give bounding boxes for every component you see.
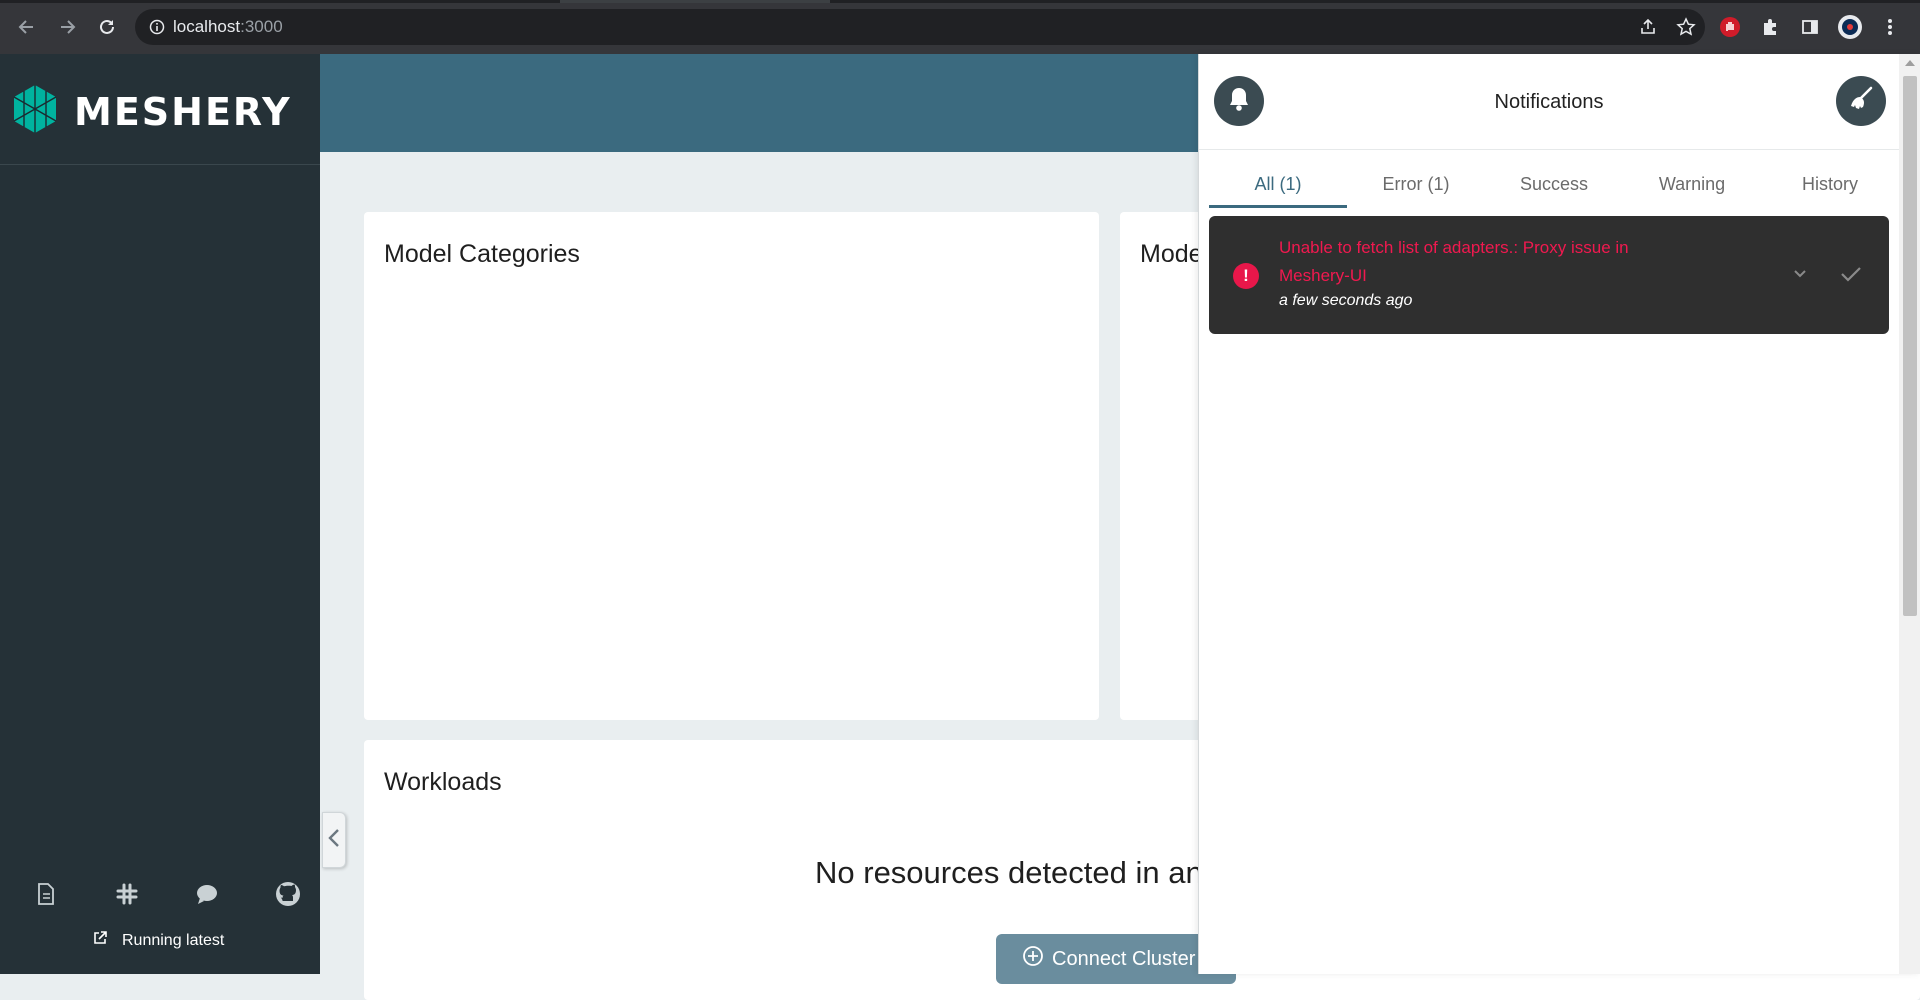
chevron-left-icon — [327, 827, 341, 854]
site-info-icon[interactable] — [149, 19, 165, 35]
tab-strip — [0, 0, 1920, 3]
reload-icon[interactable] — [92, 12, 122, 42]
side-panel-icon[interactable] — [1790, 12, 1830, 42]
logo-text: MESHERY — [74, 89, 292, 134]
url-text: localhost:3000 — [173, 17, 283, 37]
model-categories-title: Model Categories — [384, 240, 580, 268]
chat-icon[interactable] — [183, 870, 231, 918]
sidebar: MESHERY Running latest — [0, 54, 320, 974]
model-categories-card: Model Categories — [364, 212, 1099, 720]
broom-icon — [1847, 85, 1875, 118]
url-port: :3000 — [240, 17, 283, 36]
url-host: localhost — [173, 17, 241, 36]
share-icon[interactable] — [1629, 17, 1667, 37]
clear-all-button[interactable] — [1836, 76, 1886, 126]
address-bar[interactable]: localhost:3000 — [135, 9, 1705, 45]
sidebar-divider — [0, 164, 320, 165]
scroll-thumb[interactable] — [1903, 76, 1917, 616]
docs-icon[interactable] — [22, 870, 70, 918]
extensions-puzzle-icon[interactable] — [1750, 12, 1790, 42]
bookmark-star-icon[interactable] — [1667, 17, 1705, 37]
notifications-header: Notifications — [1199, 54, 1899, 150]
tab-success[interactable]: Success — [1485, 150, 1623, 208]
sidebar-footer-icons — [22, 870, 312, 918]
active-tab-indicator — [560, 0, 830, 3]
meshery-logo[interactable]: MESHERY — [10, 84, 292, 139]
extension-stop-icon[interactable] — [1710, 12, 1750, 42]
back-icon[interactable] — [12, 12, 42, 42]
notifications-scrollbar[interactable] — [1899, 54, 1920, 974]
error-icon: ! — [1233, 263, 1259, 289]
connect-cluster-label: Connect Cluster — [1052, 947, 1196, 970]
browser-toolbar: localhost:3000 — [0, 0, 1920, 54]
running-latest-label: Running latest — [122, 931, 225, 949]
tab-error[interactable]: Error (1) — [1347, 150, 1485, 208]
github-icon[interactable] — [264, 870, 312, 918]
tab-all[interactable]: All (1) — [1209, 150, 1347, 208]
forward-icon[interactable] — [52, 12, 82, 42]
chevron-down-icon[interactable] — [1791, 264, 1809, 287]
external-link-icon — [92, 930, 108, 951]
running-latest-link[interactable]: Running latest — [92, 930, 224, 951]
models-card-title: Mode — [1140, 240, 1203, 268]
no-resources-message: No resources detected in an — [815, 855, 1203, 890]
profile-avatar-icon[interactable] — [1830, 12, 1870, 42]
notification-message: Unable to fetch list of adapters.: Proxy… — [1279, 238, 1629, 285]
tab-warning[interactable]: Warning — [1623, 150, 1761, 208]
sidebar-collapse-button[interactable] — [322, 812, 346, 868]
notification-tabs: All (1) Error (1) Success Warning Histor… — [1209, 150, 1899, 208]
notification-timestamp: a few seconds ago — [1279, 292, 1413, 309]
meshery-logo-icon — [10, 84, 60, 139]
slack-icon[interactable] — [103, 870, 151, 918]
add-circle-icon — [1022, 945, 1044, 973]
tab-history[interactable]: History — [1761, 150, 1899, 208]
notification-item[interactable]: ! Unable to fetch list of adapters.: Pro… — [1209, 216, 1889, 334]
workloads-title: Workloads — [384, 768, 502, 796]
notifications-drawer: Notifications All (1) Error (1) Success … — [1198, 54, 1920, 974]
scroll-up-arrow-icon[interactable] — [1905, 60, 1915, 66]
browser-menu-icon[interactable] — [1870, 12, 1910, 42]
check-icon[interactable] — [1839, 264, 1863, 289]
notifications-title: Notifications — [1494, 91, 1604, 113]
